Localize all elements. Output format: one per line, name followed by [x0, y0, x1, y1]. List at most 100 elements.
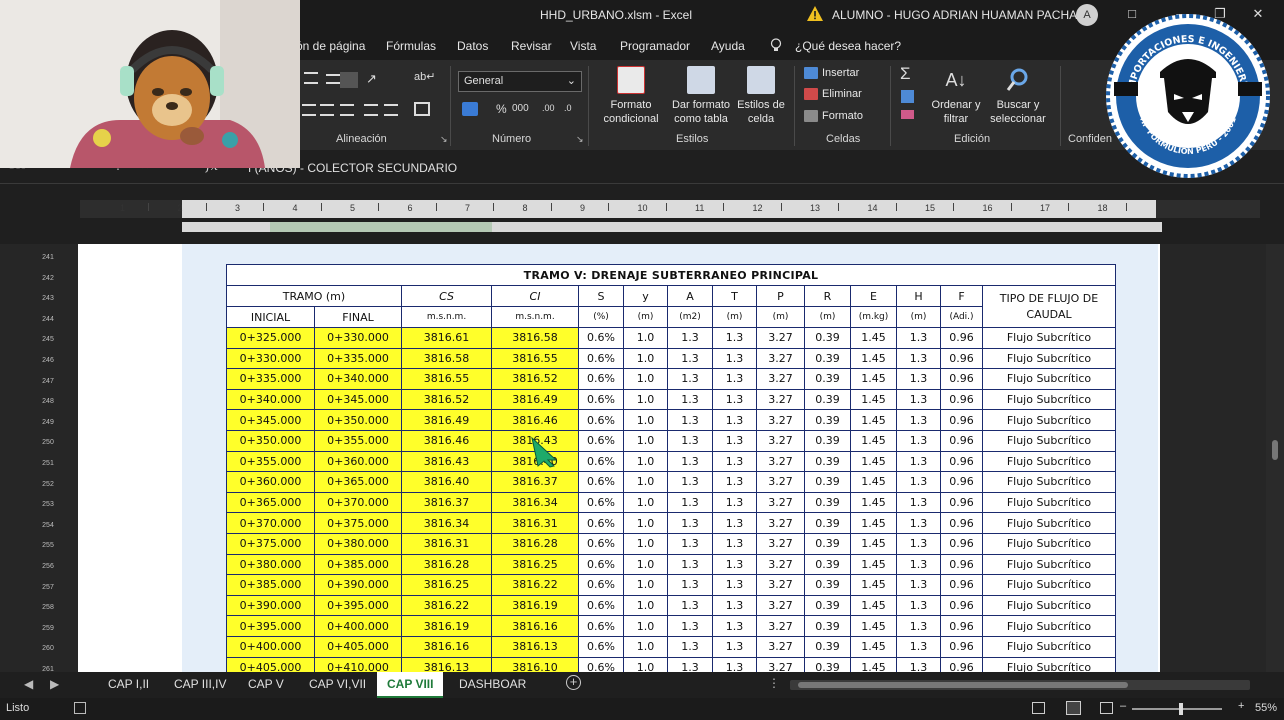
header-s[interactable]: S: [578, 285, 624, 307]
table-cell[interactable]: 1.3: [896, 409, 941, 431]
table-cell[interactable]: 1.0: [623, 512, 668, 534]
table-cell[interactable]: 0+400.000: [226, 635, 315, 658]
table-cell[interactable]: 1.0: [623, 471, 668, 493]
table-cell[interactable]: 3.27: [756, 368, 805, 390]
table-cell[interactable]: 1.45: [850, 471, 897, 493]
table-cell[interactable]: 3.27: [756, 635, 805, 658]
row-header[interactable]: 246: [34, 357, 62, 364]
table-cell[interactable]: 3.27: [756, 429, 805, 452]
table-cell[interactable]: 0.39: [804, 327, 851, 349]
table-cell[interactable]: 3.27: [756, 553, 805, 576]
normal-view-icon[interactable]: [1032, 702, 1045, 714]
align-top-icon[interactable]: [304, 72, 318, 84]
table-cell[interactable]: 0.39: [804, 532, 851, 555]
tab-ayuda[interactable]: Ayuda: [711, 39, 745, 53]
increase-indent-icon[interactable]: [384, 104, 398, 116]
header-cs[interactable]: CS: [401, 285, 492, 307]
table-cell[interactable]: 1.3: [896, 491, 941, 514]
table-cell[interactable]: 1.0: [623, 553, 668, 576]
table-cell[interactable]: 1.45: [850, 327, 897, 349]
table-cell[interactable]: 0.6%: [578, 553, 624, 576]
header-r[interactable]: R: [804, 285, 851, 307]
table-cell[interactable]: 1.0: [623, 635, 668, 658]
row-header[interactable]: 243: [34, 295, 62, 302]
table-cell[interactable]: 1.0: [623, 409, 668, 431]
table-cell[interactable]: 0.6%: [578, 347, 624, 370]
unit-header-cell[interactable]: (m.kg): [850, 306, 897, 328]
table-cell[interactable]: 1.3: [896, 512, 941, 534]
table-cell[interactable]: 0+325.000: [226, 327, 315, 349]
table-cell[interactable]: 1.45: [850, 553, 897, 576]
table-cell[interactable]: 0+330.000: [226, 347, 315, 370]
fill-icon[interactable]: [901, 90, 914, 103]
table-cell[interactable]: 0.39: [804, 388, 851, 411]
table-cell[interactable]: 1.3: [896, 574, 941, 596]
table-cell[interactable]: 0+365.000: [314, 471, 402, 493]
table-cell[interactable]: 3816.16: [401, 635, 492, 658]
sheet-tab-dashboard[interactable]: DASHBOAR: [459, 677, 526, 691]
sheet-tab-cap-vi-vii[interactable]: CAP VI,VII: [309, 677, 366, 691]
table-cell[interactable]: 0.39: [804, 491, 851, 514]
table-cell[interactable]: 3.27: [756, 574, 805, 596]
tab-split-handle-icon[interactable]: ⋮: [768, 676, 780, 690]
table-cell[interactable]: 0.6%: [578, 615, 624, 637]
table-cell[interactable]: Flujo Subcrítico: [982, 553, 1116, 576]
unit-header-cell[interactable]: FINAL: [314, 306, 402, 328]
table-cell[interactable]: 3816.40: [401, 471, 492, 493]
table-cell[interactable]: 3.27: [756, 532, 805, 555]
table-cell[interactable]: 1.0: [623, 532, 668, 555]
table-cell[interactable]: 1.45: [850, 429, 897, 452]
table-cell[interactable]: Flujo Subcrítico: [982, 409, 1116, 431]
unit-header-cell[interactable]: (m): [804, 306, 851, 328]
table-cell[interactable]: 0.96: [940, 388, 983, 411]
tab-vista[interactable]: Vista: [570, 39, 596, 53]
table-cell[interactable]: 1.0: [623, 388, 668, 411]
row-header[interactable]: 248: [34, 398, 62, 405]
table-cell[interactable]: 1.3: [896, 368, 941, 390]
table-cell[interactable]: 1.3: [712, 429, 757, 452]
table-cell[interactable]: 1.3: [712, 635, 757, 658]
table-cell[interactable]: 3816.61: [401, 327, 492, 349]
table-cell[interactable]: 3816.28: [491, 532, 579, 555]
zoom-in-icon[interactable]: +: [1238, 700, 1244, 712]
table-cell[interactable]: 1.3: [712, 615, 757, 637]
table-cell[interactable]: 1.3: [667, 409, 713, 431]
table-cell[interactable]: 0.6%: [578, 635, 624, 658]
table-cell[interactable]: Flujo Subcrítico: [982, 491, 1116, 514]
table-cell[interactable]: 1.3: [896, 532, 941, 555]
table-cell[interactable]: 3816.52: [401, 388, 492, 411]
table-cell[interactable]: 3816.37: [401, 491, 492, 514]
table-cell[interactable]: Flujo Subcrítico: [982, 327, 1116, 349]
table-cell[interactable]: 0+345.000: [314, 388, 402, 411]
table-cell[interactable]: 3816.52: [491, 368, 579, 390]
zoom-slider-knob[interactable]: [1179, 703, 1184, 715]
table-cell[interactable]: 3816.43: [401, 450, 492, 473]
table-cell[interactable]: 3816.25: [401, 574, 492, 596]
increase-decimal-icon[interactable]: .00: [542, 103, 555, 113]
clear-icon[interactable]: [901, 110, 914, 119]
alignment-launcher-icon[interactable]: ↘: [440, 134, 448, 145]
table-cell[interactable]: Flujo Subcrítico: [982, 615, 1116, 637]
table-cell[interactable]: 3816.28: [401, 553, 492, 576]
table-cell[interactable]: 1.3: [667, 471, 713, 493]
table-cell[interactable]: 1.3: [667, 553, 713, 576]
table-cell[interactable]: 0+365.000: [226, 491, 315, 514]
table-cell[interactable]: 3.27: [756, 450, 805, 473]
table-cell[interactable]: 3.27: [756, 471, 805, 493]
row-header[interactable]: 255: [34, 542, 62, 549]
unit-header-cell[interactable]: (m): [623, 306, 668, 328]
sheet-tab-cap-iii-iv[interactable]: CAP III,IV: [174, 677, 226, 691]
table-cell[interactable]: 0.96: [940, 615, 983, 637]
table-cell[interactable]: 3816.31: [491, 512, 579, 534]
table-cell[interactable]: 1.45: [850, 615, 897, 637]
warning-icon[interactable]: [806, 5, 824, 23]
table-cell[interactable]: 3816.49: [491, 388, 579, 411]
unit-header-cell[interactable]: m.s.n.m.: [401, 306, 492, 328]
table-cell[interactable]: Flujo Subcrítico: [982, 512, 1116, 534]
table-cell[interactable]: Flujo Subcrítico: [982, 388, 1116, 411]
table-cell[interactable]: 0+355.000: [226, 450, 315, 473]
row-header[interactable]: 247: [34, 378, 62, 385]
unit-header-cell[interactable]: (%): [578, 306, 624, 328]
table-cell[interactable]: 1.3: [712, 388, 757, 411]
table-cell[interactable]: 1.3: [667, 594, 713, 617]
